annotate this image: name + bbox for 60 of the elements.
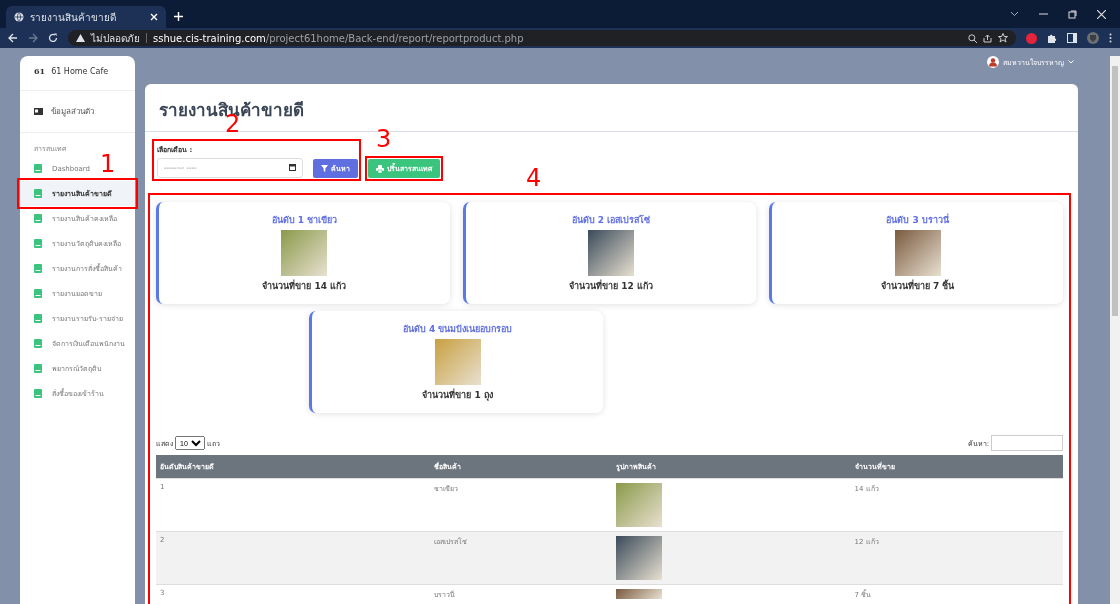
product-rank-title: อันดับ 4 ขนมปังเนยอบกรอบ	[402, 323, 513, 336]
avatar-icon	[987, 56, 999, 68]
book-icon	[34, 289, 42, 298]
photo-placeholder	[894, 230, 941, 276]
book-icon	[34, 364, 42, 373]
calendar-icon	[289, 164, 296, 171]
book-icon	[34, 339, 42, 348]
chevron-down-icon[interactable]	[1010, 11, 1019, 17]
brand-name: 61 Home Cafe	[51, 66, 109, 76]
photo-placeholder	[434, 339, 481, 385]
puzzle-icon[interactable]	[1047, 33, 1057, 43]
url-text: sshue.cis-training.com/project61home/Back-end/report/reportproduct.php	[153, 32, 524, 44]
table-search-field[interactable]	[991, 435, 1063, 451]
forward-icon[interactable]	[28, 33, 38, 43]
share-icon[interactable]	[983, 33, 992, 43]
product-rank-title: อันดับ 2 เอสเปรสโซ่	[571, 214, 651, 227]
close-icon[interactable]	[1097, 9, 1106, 19]
book-icon	[34, 214, 42, 223]
product-rank-title: อันดับ 3 บราวนี่	[886, 213, 949, 227]
sold-amount: จำนวนที่ขาย 1 ถุง	[422, 388, 493, 402]
scrollbar-thumb[interactable]	[1112, 66, 1118, 316]
photo-placeholder	[615, 536, 662, 580]
zoom-icon[interactable]	[968, 33, 977, 43]
sidebar-item[interactable]: ข้อมูลส่วนตัว	[20, 91, 135, 133]
restore-icon[interactable]	[1068, 9, 1077, 19]
side-panel-icon[interactable]	[1067, 33, 1077, 43]
book-icon	[34, 239, 42, 248]
warning-icon	[76, 34, 85, 42]
back-icon[interactable]	[8, 33, 18, 43]
photo-placeholder	[615, 589, 662, 599]
address-bar[interactable]: ไม่ปลอดภัย sshue.cis-training.com/project61home/Back-end/report/reportproduct.php	[68, 30, 1016, 46]
new-tab-icon[interactable]	[174, 12, 183, 21]
chevron-down-icon	[1068, 60, 1074, 64]
reload-icon[interactable]	[48, 33, 58, 43]
filter-icon	[321, 165, 328, 172]
security-label: ไม่ปลอดภัย	[91, 31, 140, 46]
photo-placeholder	[281, 230, 328, 276]
product-rank-title: อันดับ 1 ชาเขียว	[271, 214, 338, 227]
book-icon	[34, 164, 42, 173]
sold-amount: จำนวนที่ขาย 7 ชิ้น	[880, 279, 955, 293]
star-icon[interactable]	[998, 33, 1008, 43]
book-icon	[34, 389, 42, 398]
photo-placeholder	[588, 230, 634, 276]
sold-amount: จำนวนที่ขาย 12 แก้ว	[569, 279, 653, 293]
photo-placeholder	[615, 483, 662, 527]
annotation-number: 4	[526, 166, 542, 190]
profile-icon[interactable]	[1087, 32, 1099, 44]
book-icon	[34, 264, 42, 273]
globe-icon	[14, 12, 24, 22]
more-icon[interactable]	[1109, 33, 1112, 43]
printer-icon	[376, 164, 384, 173]
annotation-number: 1	[100, 152, 116, 176]
annotation-number: 3	[376, 127, 392, 151]
book-icon	[34, 189, 42, 198]
id-card-icon	[34, 108, 43, 115]
book-icon	[34, 314, 42, 323]
sold-amount: จำนวนที่ขาย 14 แก้ว	[262, 279, 347, 293]
browser-tab[interactable]: รายงานสินค้าขายดี	[6, 6, 166, 28]
tab-title: รายงานสินค้าขายดี	[30, 10, 117, 25]
logo-mark: 61	[34, 66, 46, 76]
